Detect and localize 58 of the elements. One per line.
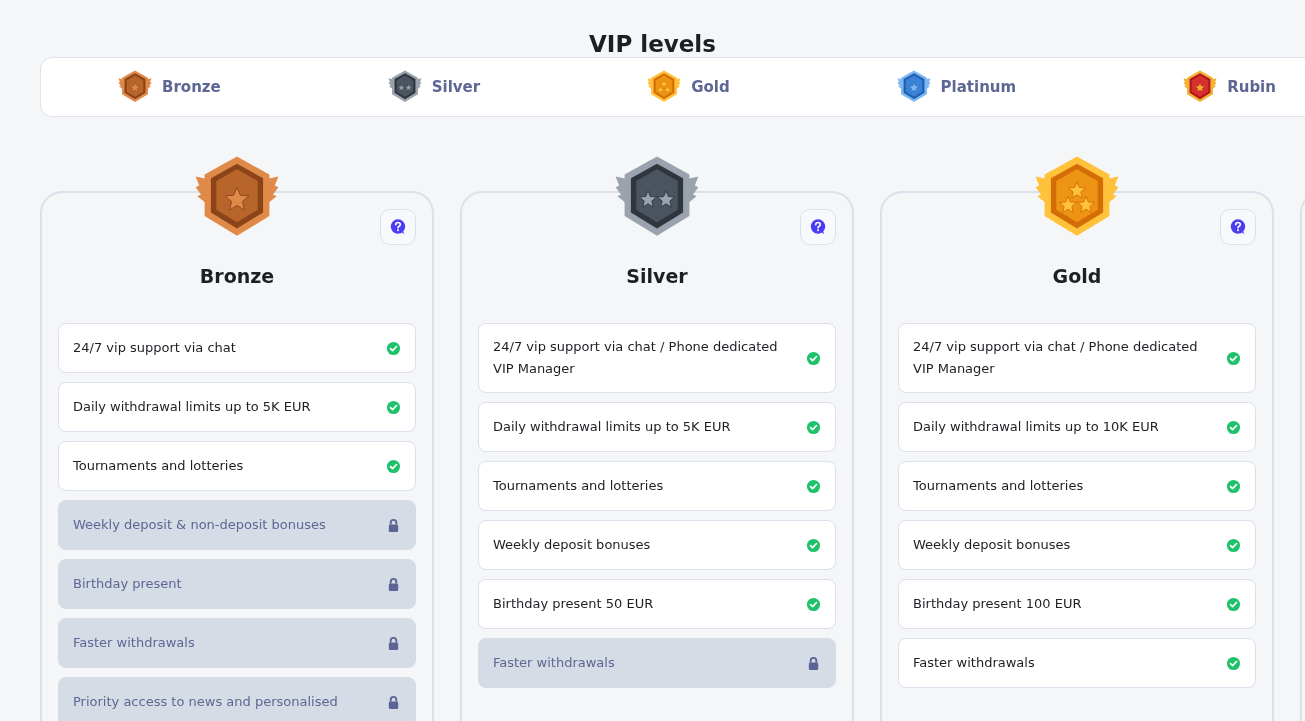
benefit-text: Daily withdrawal limits up to 10K EUR xyxy=(913,418,1159,436)
benefit-text: Daily withdrawal limits up to 5K EUR xyxy=(493,418,731,436)
medal-icon xyxy=(646,69,683,105)
check-icon xyxy=(1226,350,1241,366)
lock-icon xyxy=(386,635,401,651)
lock-icon xyxy=(806,655,821,671)
benefit-text: 24/7 vip support via chat / Phone dedicated VIP Manager xyxy=(493,338,779,378)
card-title: Silver xyxy=(626,265,688,287)
check-icon xyxy=(806,537,821,553)
check-icon xyxy=(386,399,401,415)
check-icon xyxy=(806,596,821,612)
help-icon xyxy=(389,218,407,236)
help-button[interactable] xyxy=(800,209,836,245)
benefit-text: Tournaments and lotteries xyxy=(73,457,244,475)
level-tab[interactable]: Gold xyxy=(646,69,730,105)
card-title: Bronze xyxy=(199,265,275,287)
benefit-text: Weekly deposit bonuses xyxy=(913,536,1071,554)
check-icon xyxy=(1226,596,1241,612)
check-icon xyxy=(806,419,821,435)
level-tab[interactable]: Platinum xyxy=(895,69,1017,105)
benefit-text: Birthday present 50 EUR xyxy=(493,595,654,613)
medal-icon xyxy=(895,69,932,105)
check-icon xyxy=(806,478,821,494)
benefit-text: Birthday present 100 EUR xyxy=(913,595,1082,613)
benefit-text: 24/7 vip support via chat xyxy=(73,339,236,357)
benefit-text: Tournaments and lotteries xyxy=(493,477,664,495)
check-icon xyxy=(806,350,821,366)
benefit-text: Weekly deposit bonuses xyxy=(493,536,651,554)
medal-icon xyxy=(1182,69,1219,105)
benefit-text: Tournaments and lotteries xyxy=(913,477,1084,495)
help-icon xyxy=(809,218,827,236)
check-icon xyxy=(1226,537,1241,553)
benefit-text: Priority access to news and personalised xyxy=(73,693,338,711)
level-tab[interactable]: Bronze xyxy=(117,69,221,105)
check-icon xyxy=(1226,419,1241,435)
medal-icon xyxy=(386,69,423,105)
benefit-text: Birthday present xyxy=(73,575,182,593)
lock-icon xyxy=(386,517,401,533)
level-tab[interactable]: Rubin xyxy=(1182,69,1276,105)
card-title: Gold xyxy=(1052,265,1102,287)
lock-icon xyxy=(386,576,401,592)
benefit-text: Faster withdrawals xyxy=(73,634,195,652)
help-icon xyxy=(1229,218,1247,236)
lock-icon xyxy=(386,694,401,710)
check-icon xyxy=(386,340,401,356)
benefit-text: Faster withdrawals xyxy=(493,654,615,672)
page-title: VIP levels xyxy=(588,30,717,57)
medal-icon xyxy=(117,69,153,105)
benefit-text: Faster withdrawals xyxy=(913,654,1035,672)
check-icon xyxy=(1226,655,1241,671)
check-icon xyxy=(1226,478,1241,494)
help-button[interactable] xyxy=(1220,209,1256,245)
check-icon xyxy=(386,458,401,474)
level-tab[interactable]: Silver xyxy=(386,69,481,105)
benefit-text: Daily withdrawal limits up to 5K EUR xyxy=(73,398,311,416)
benefit-text: Weekly deposit & non-deposit bonuses xyxy=(73,516,326,534)
benefit-text: 24/7 vip support via chat / Phone dedicated VIP Manager xyxy=(913,338,1199,378)
help-button[interactable] xyxy=(380,209,416,245)
